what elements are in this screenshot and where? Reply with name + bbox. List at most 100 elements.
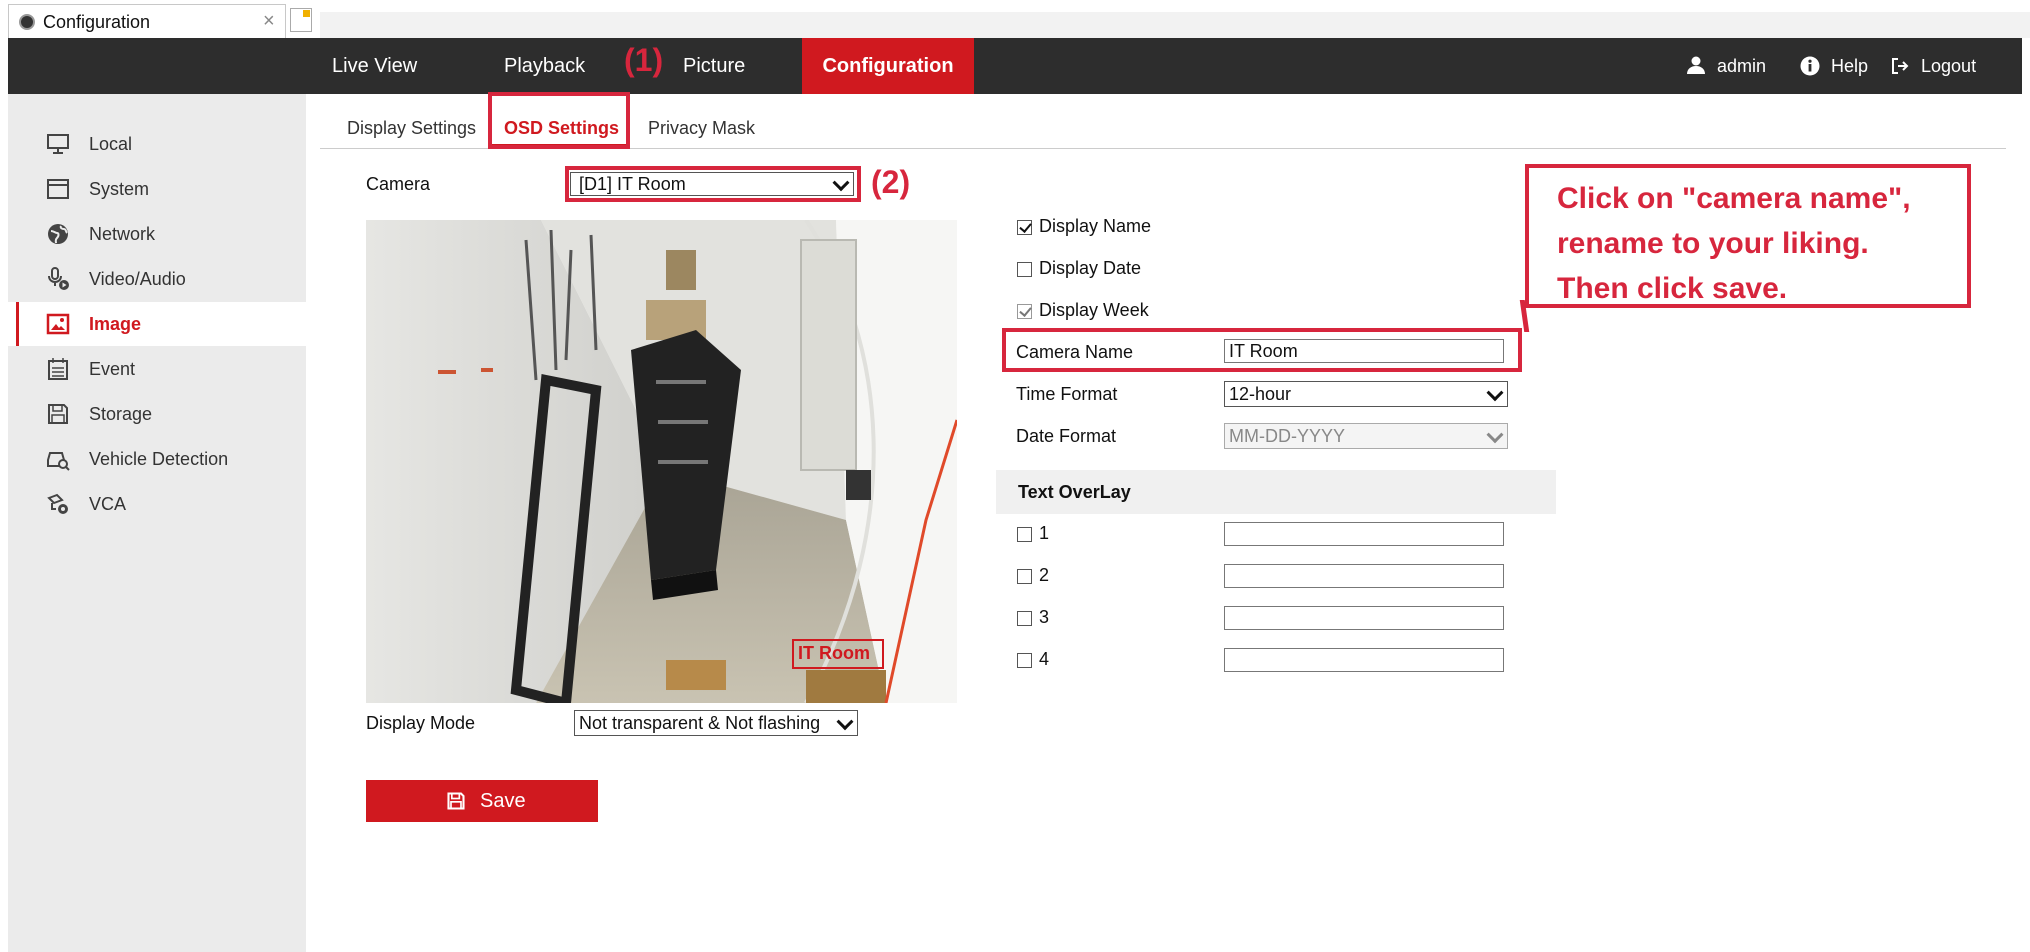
instruction-line-1: Click on "camera name", [1557, 182, 1911, 215]
nav-picture[interactable]: Picture [683, 38, 745, 94]
date-format-label: Date Format [1016, 426, 1117, 446]
overlay-1-checkbox[interactable] [1017, 527, 1032, 542]
floppy-icon [447, 792, 465, 810]
annotation-step-1: (1) [624, 42, 664, 78]
globe-icon [48, 224, 68, 244]
time-format-label: Time Format [1016, 384, 1118, 404]
nav-live-view[interactable]: Live View [332, 38, 417, 94]
time-format-select[interactable]: 12-hour [1224, 381, 1508, 407]
sidebar: Local System Network Video/Audio Image E… [8, 94, 306, 952]
annotation-box-camera-name [1002, 328, 1522, 372]
overlay-4-checkbox[interactable] [1017, 653, 1032, 668]
nav-playback[interactable]: Playback [504, 38, 585, 94]
sidebar-item-event[interactable]: Event [8, 347, 306, 391]
logout-icon [1892, 58, 1909, 74]
sidebar-item-image[interactable]: Image [8, 302, 306, 346]
sidebar-item-label: Local [89, 134, 133, 154]
annotation-step-2: (2) [871, 164, 911, 200]
overlay-3-label: 3 [1039, 607, 1050, 627]
sidebar-item-vca[interactable]: VCA [8, 482, 306, 526]
info-icon [1800, 56, 1820, 76]
overlay-1-input[interactable] [1224, 522, 1504, 546]
favicon-icon [19, 14, 35, 30]
annotation-box-osd-settings [488, 92, 630, 149]
vehicle-detection-icon [47, 452, 70, 471]
help-label: Help [1831, 56, 1869, 76]
sidebar-item-local[interactable]: Local [8, 122, 306, 166]
sidebar-item-label: Image [89, 314, 142, 334]
overlay-2-input[interactable] [1224, 564, 1504, 588]
osd-name-text: IT Room [798, 643, 870, 663]
display-mode-value: Not transparent & Not flashing [579, 713, 821, 733]
osd-name-box: IT Room [792, 639, 884, 669]
sidebar-item-label: Vehicle Detection [89, 449, 229, 469]
nav-configuration[interactable]: Configuration [802, 38, 974, 94]
system-icon [47, 179, 69, 199]
display-mode-select[interactable]: Not transparent & Not flashing [574, 710, 858, 736]
date-format-value: MM-DD-YYYY [1229, 426, 1345, 446]
calendar-icon [48, 358, 68, 380]
display-name-label: Display Name [1039, 216, 1152, 236]
camera-scene [366, 220, 957, 703]
camera-label: Camera [366, 174, 431, 194]
overlay-4-input[interactable] [1224, 648, 1504, 672]
logout-link[interactable]: Logout [1890, 38, 1976, 94]
annotation-instruction-text: Click on "camera name", rename to your l… [1557, 176, 1911, 311]
vca-icon [47, 493, 68, 514]
help-link[interactable]: Help [1800, 38, 1868, 94]
instruction-line-3: Then click save. [1557, 272, 1788, 305]
sidebar-item-label: Network [89, 224, 156, 244]
close-tab-icon[interactable]: × [263, 10, 275, 33]
overlay-2-label: 2 [1039, 565, 1050, 585]
sidebar-item-label: Storage [89, 404, 153, 424]
video-audio-icon [48, 267, 69, 290]
sidebar-item-system[interactable]: System [8, 167, 306, 211]
sidebar-item-label: VCA [89, 494, 127, 514]
display-week-label: Display Week [1039, 300, 1149, 320]
browser-tab-strip: Configuration × [0, 0, 2030, 38]
date-format-select: MM-DD-YYYY [1224, 423, 1508, 449]
image-icon [46, 313, 70, 335]
display-date-label: Display Date [1039, 258, 1142, 278]
display-name-checkbox[interactable] [1017, 220, 1032, 235]
user-name: admin [1717, 56, 1767, 76]
overlay-2-checkbox[interactable] [1017, 569, 1032, 584]
top-nav: Live View Playback Picture Configuration… [8, 38, 2022, 94]
tab-strip-background [320, 12, 2030, 38]
chevron-down-icon [836, 713, 854, 731]
logout-label: Logout [1921, 56, 1977, 76]
overlay-1-label: 1 [1039, 523, 1050, 543]
sidebar-item-network[interactable]: Network [8, 212, 306, 256]
display-mode-label: Display Mode [366, 713, 476, 733]
floppy-icon [48, 404, 68, 424]
user-menu[interactable]: admin [1686, 38, 1766, 94]
annotation-instruction-box: Click on "camera name", rename to your l… [1525, 164, 1971, 308]
camera-preview: IT Room [366, 220, 957, 703]
time-format-value: 12-hour [1229, 384, 1292, 404]
instruction-line-2: rename to your liking. [1557, 227, 1869, 260]
new-tab-icon[interactable] [290, 8, 312, 32]
sidebar-item-storage[interactable]: Storage [8, 392, 306, 436]
annotation-box-camera [565, 166, 861, 202]
text-overlay-header: Text OverLay [996, 470, 1556, 514]
browser-tab-title: Configuration [43, 12, 151, 32]
save-label: Save [480, 790, 526, 812]
overlay-4-label: 4 [1039, 649, 1050, 669]
sidebar-item-label: Event [89, 359, 136, 379]
chevron-down-icon [1486, 426, 1504, 444]
browser-tab[interactable]: Configuration × [8, 4, 286, 38]
user-icon [1687, 56, 1705, 74]
display-date-checkbox[interactable] [1017, 262, 1032, 277]
sidebar-item-vehicle-detection[interactable]: Vehicle Detection [8, 437, 306, 481]
subtab-privacy-mask[interactable]: Privacy Mask [648, 118, 755, 139]
monitor-icon [47, 134, 69, 154]
overlay-3-checkbox[interactable] [1017, 611, 1032, 626]
text-overlay-title: Text OverLay [1018, 482, 1131, 502]
save-button[interactable]: Save [366, 780, 598, 822]
sidebar-item-label: Video/Audio [89, 269, 186, 289]
sidebar-item-video-audio[interactable]: Video/Audio [8, 257, 306, 301]
overlay-3-input[interactable] [1224, 606, 1504, 630]
display-week-checkbox[interactable] [1017, 304, 1032, 319]
subtab-display-settings[interactable]: Display Settings [347, 118, 476, 139]
chevron-down-icon [1486, 384, 1504, 402]
